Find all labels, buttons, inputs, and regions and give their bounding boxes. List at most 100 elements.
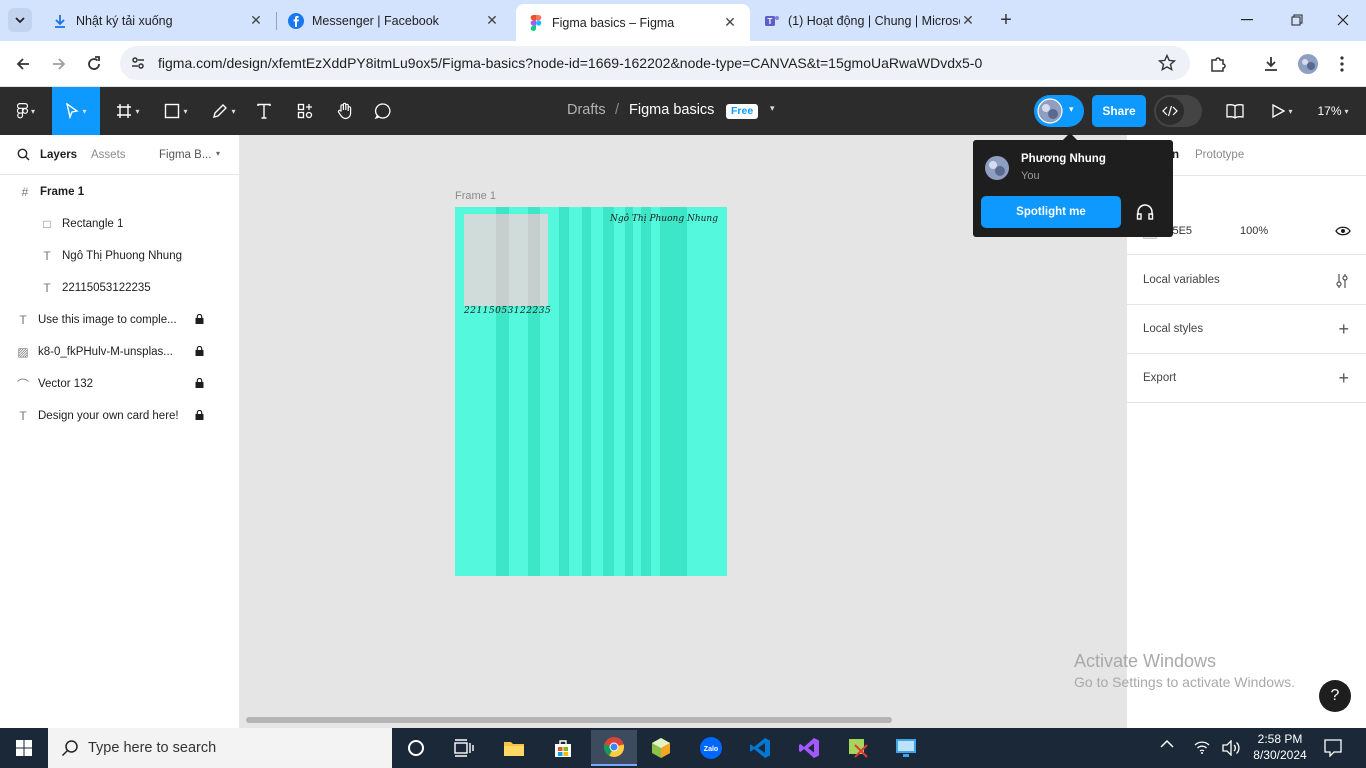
- tab-prototype[interactable]: Prototype: [1195, 149, 1244, 161]
- chrome-menu-button[interactable]: [1329, 51, 1355, 77]
- new-tab-button[interactable]: +: [994, 8, 1018, 32]
- task-view-button[interactable]: [444, 732, 484, 764]
- frame-label[interactable]: Frame 1: [455, 190, 496, 202]
- hand-tool-button[interactable]: [330, 87, 360, 135]
- share-button[interactable]: Share: [1092, 95, 1146, 127]
- snipping-tool-button[interactable]: [838, 732, 878, 764]
- frame-1[interactable]: Ngô Thị Phuong Nhung 22115053122235: [455, 207, 727, 576]
- close-icon[interactable]: ✕: [484, 12, 500, 29]
- shape-tool-button[interactable]: ▾: [156, 87, 196, 135]
- plus-icon[interactable]: +: [1338, 319, 1349, 340]
- tab-assets[interactable]: Assets: [91, 149, 126, 161]
- bookmark-star-icon[interactable]: [1157, 53, 1177, 75]
- library-button[interactable]: [1220, 87, 1250, 135]
- file-name[interactable]: Figma basics: [629, 102, 714, 118]
- reload-button[interactable]: [81, 51, 107, 77]
- tab-search-button[interactable]: [8, 8, 32, 32]
- resources-tool-button[interactable]: [290, 87, 320, 135]
- restore-window-button[interactable]: [1282, 10, 1312, 30]
- local-variables-section[interactable]: Local variables: [1127, 256, 1366, 305]
- chevron-down-icon[interactable]: ▾: [216, 149, 220, 158]
- spotlight-me-button[interactable]: Spotlight me: [981, 196, 1121, 228]
- tab-messenger[interactable]: Messenger | Facebook ✕: [276, 4, 512, 37]
- site-settings-icon[interactable]: [130, 55, 146, 74]
- remote-desktop-button[interactable]: [886, 732, 926, 764]
- volume-icon[interactable]: [1222, 739, 1240, 759]
- layer-row-frame-1[interactable]: # Frame 1: [0, 176, 240, 208]
- downloads-button[interactable]: [1258, 51, 1284, 77]
- profile-avatar[interactable]: [1295, 51, 1321, 77]
- tab-downloads[interactable]: Nhật ký tải xuống ✕: [40, 4, 276, 37]
- present-button[interactable]: ▾: [1264, 87, 1300, 135]
- extensions-button[interactable]: [1205, 51, 1231, 77]
- file-menu-chevron-icon[interactable]: ▾: [770, 103, 775, 114]
- local-styles-section[interactable]: Local styles +: [1127, 305, 1366, 354]
- headphones-icon[interactable]: [1135, 202, 1155, 222]
- plan-badge[interactable]: Free: [726, 104, 759, 119]
- layer-row-text-id[interactable]: T 22115053122235: [0, 272, 240, 304]
- lock-icon[interactable]: [195, 378, 204, 388]
- close-icon[interactable]: ✕: [960, 12, 976, 29]
- main-menu-button[interactable]: ▾: [8, 87, 44, 135]
- lock-icon[interactable]: [195, 410, 204, 420]
- layer-row-rectangle-1[interactable]: □ Rectangle 1: [0, 208, 240, 240]
- comment-tool-button[interactable]: [368, 87, 398, 135]
- lock-icon[interactable]: [195, 314, 204, 324]
- export-section[interactable]: Export +: [1127, 354, 1366, 403]
- tab-layers[interactable]: Layers: [40, 149, 77, 161]
- visual-studio-button[interactable]: [789, 732, 829, 764]
- lock-icon[interactable]: [195, 346, 204, 356]
- horizontal-scrollbar[interactable]: [246, 717, 892, 723]
- user-popover: Phương Nhung You Spotlight me: [973, 132, 1173, 237]
- layer-row-use-this-image[interactable]: T Use this image to comple...: [0, 304, 240, 336]
- sliders-icon[interactable]: [1335, 273, 1349, 289]
- card-id-text[interactable]: 22115053122235: [464, 306, 551, 316]
- dev-mode-toggle[interactable]: [1154, 95, 1202, 127]
- zoom-menu[interactable]: 17% ▾: [1310, 87, 1356, 135]
- store-button[interactable]: [543, 732, 583, 764]
- chrome-taskbar-button[interactable]: [591, 730, 637, 766]
- arrow-left-icon: [16, 58, 29, 70]
- address-bar[interactable]: figma.com/design/xfemtEzXddPY8itmLu9ox5/…: [120, 46, 1190, 80]
- multiplayer-avatar-button[interactable]: ▾: [1034, 95, 1084, 127]
- wifi-icon[interactable]: [1194, 740, 1210, 757]
- vscode-button[interactable]: [740, 732, 780, 764]
- close-window-button[interactable]: [1328, 10, 1358, 30]
- notifications-icon[interactable]: [1324, 739, 1342, 760]
- fill-opacity[interactable]: 100%: [1240, 225, 1268, 237]
- text-tool-button[interactable]: [250, 87, 278, 135]
- breadcrumb-drafts[interactable]: Drafts: [567, 102, 606, 118]
- card-name-text[interactable]: Ngô Thị Phuong Nhung: [610, 214, 718, 224]
- close-icon[interactable]: ✕: [722, 14, 738, 31]
- move-tool-button[interactable]: ▾: [52, 87, 100, 135]
- layer-name: Vector 132: [38, 378, 93, 390]
- zalo-button[interactable]: Zalo: [691, 732, 731, 764]
- frame-tool-button[interactable]: ▾: [108, 87, 148, 135]
- file-explorer-button[interactable]: [494, 732, 534, 764]
- layer-row-text-name[interactable]: T Ngô Thị Phuong Nhung: [0, 240, 240, 272]
- eye-icon[interactable]: [1335, 225, 1351, 237]
- windows-taskbar: Type here to search Zalo 2:58 PM 8/30/20…: [0, 728, 1366, 768]
- layer-row-unsplash-image[interactable]: ▨ k8-0_fkPHulv-M-unsplas...: [0, 336, 240, 368]
- tab-figma[interactable]: Figma basics – Figma ✕: [516, 4, 750, 41]
- close-icon[interactable]: ✕: [248, 12, 264, 29]
- plus-icon[interactable]: +: [1338, 368, 1349, 389]
- cortana-button[interactable]: [396, 732, 436, 764]
- search-icon: [61, 740, 78, 757]
- search-icon[interactable]: [17, 148, 30, 164]
- clock[interactable]: 2:58 PM 8/30/2024: [1250, 731, 1310, 763]
- layer-row-design-your-card[interactable]: T Design your own card here!: [0, 400, 240, 432]
- tab-teams[interactable]: T (1) Hoạt động | Chung | Microsoft Team…: [752, 4, 988, 37]
- minimize-window-button[interactable]: [1232, 10, 1262, 30]
- layer-row-vector-132[interactable]: ⌒ Vector 132: [0, 368, 240, 400]
- taskbar-search-box[interactable]: Type here to search: [48, 728, 392, 768]
- chevron-up-icon[interactable]: [1160, 738, 1174, 752]
- pen-tool-button[interactable]: ▾: [204, 87, 244, 135]
- start-button[interactable]: [4, 732, 44, 764]
- page-selector[interactable]: Figma B...: [159, 149, 211, 161]
- back-button[interactable]: [10, 51, 36, 77]
- app-cube-button[interactable]: [641, 732, 681, 764]
- forward-button[interactable]: [46, 51, 72, 77]
- help-button[interactable]: ?: [1319, 680, 1351, 712]
- tab-design[interactable]: n: [1172, 149, 1179, 161]
